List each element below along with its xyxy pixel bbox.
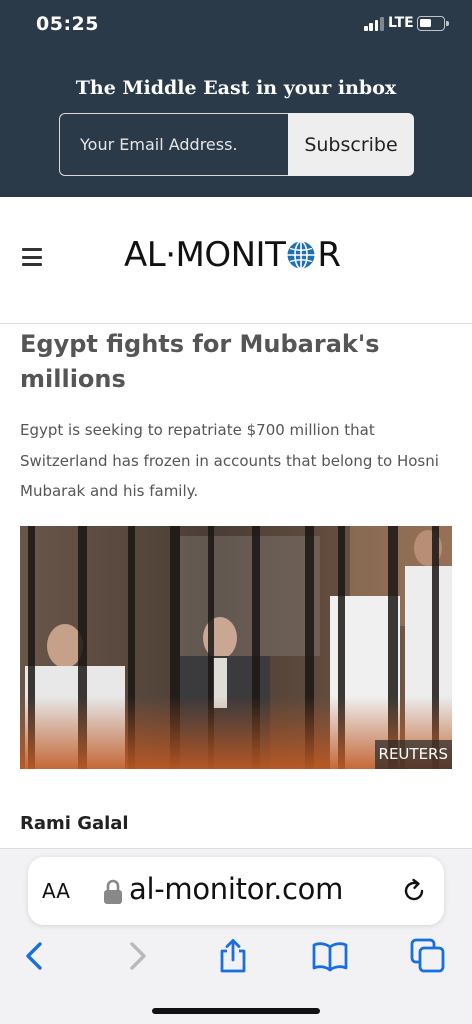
status-time: 05:25 bbox=[36, 13, 99, 35]
globe-icon bbox=[287, 240, 315, 270]
article-photo[interactable]: REUTERS bbox=[20, 526, 452, 769]
url-text[interactable]: al-monitor.com bbox=[129, 872, 343, 906]
site-logo[interactable]: AL·MONIT R bbox=[124, 234, 341, 276]
text-size-icon: AA bbox=[42, 879, 70, 903]
text-size-button[interactable]: AA bbox=[42, 879, 70, 903]
newsletter-title: The Middle East in your inbox bbox=[75, 77, 397, 99]
share-icon[interactable] bbox=[215, 938, 251, 974]
tabs-icon[interactable] bbox=[410, 938, 446, 974]
reload-icon[interactable] bbox=[400, 877, 428, 905]
bookmarks-icon[interactable] bbox=[312, 938, 348, 974]
battery-icon bbox=[417, 16, 449, 31]
back-icon[interactable] bbox=[17, 938, 53, 974]
lock-icon bbox=[104, 879, 122, 904]
hamburger-menu-icon[interactable] bbox=[22, 248, 42, 266]
article-author[interactable]: Rami Galal bbox=[20, 813, 129, 834]
email-field[interactable] bbox=[59, 113, 288, 176]
header-divider bbox=[0, 323, 472, 324]
courtroom-cage-image bbox=[20, 526, 452, 769]
status-bar: 05:25 LTE bbox=[0, 0, 472, 52]
signal-strength-icon bbox=[364, 17, 384, 31]
photo-credit: REUTERS bbox=[374, 740, 452, 769]
network-type: LTE bbox=[388, 15, 414, 31]
article-headline[interactable]: Egypt fights for Mubarak's millions bbox=[20, 327, 440, 397]
home-indicator bbox=[152, 1008, 320, 1014]
logo-text-left: AL·MONIT bbox=[124, 235, 286, 275]
article-summary: Egypt is seeking to repatriate $700 mill… bbox=[20, 421, 439, 500]
forward-icon bbox=[130, 942, 146, 970]
logo-text-right: R bbox=[317, 235, 341, 275]
subscribe-button[interactable]: Subscribe bbox=[288, 113, 414, 176]
address-bar[interactable]: AA al-monitor.com bbox=[28, 857, 444, 925]
